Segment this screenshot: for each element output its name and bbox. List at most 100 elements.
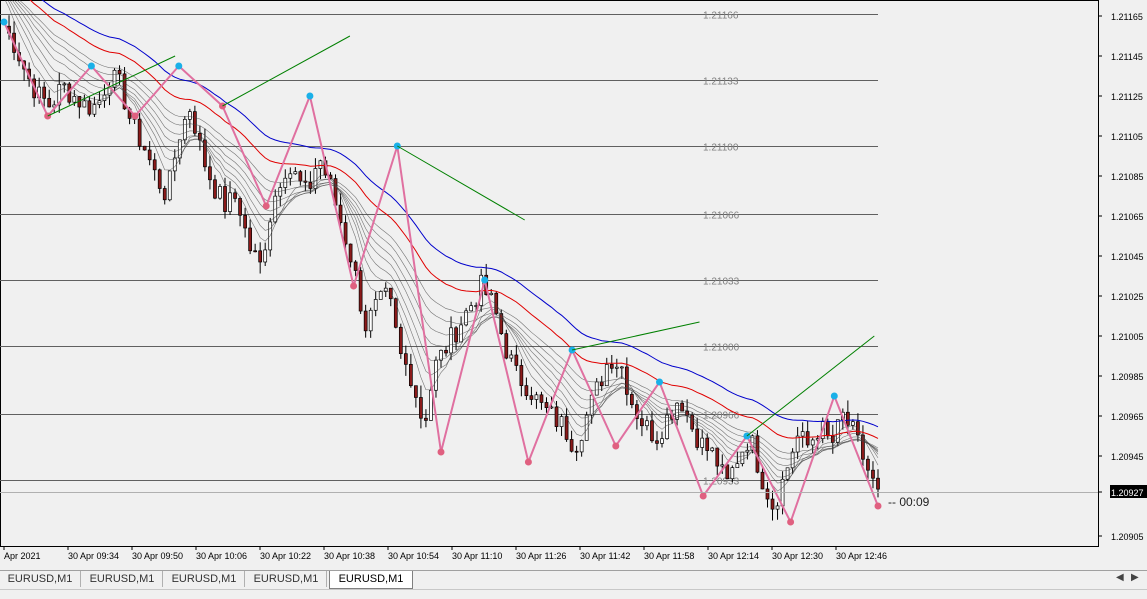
x-axis-tick-label: 30 Apr 10:06: [196, 551, 247, 561]
bear-candle: [539, 394, 544, 403]
swing-low-dot: [874, 502, 882, 510]
bull-candle: [795, 435, 800, 453]
bear-candle: [871, 469, 875, 479]
y-axis-tick-label: 1.21085: [1111, 172, 1144, 182]
tab-eurusd-m1-3[interactable]: EURUSD,M1: [164, 571, 245, 587]
bear-candle: [866, 458, 870, 471]
bear-candle: [554, 406, 559, 427]
current-price-label: 1.20927: [1111, 488, 1144, 498]
x-axis-tick-label: 30 Apr 10:22: [260, 551, 311, 561]
bear-candle: [208, 166, 212, 181]
x-axis-tick-label: 30 Apr 12:30: [772, 551, 823, 561]
price-level-label: 1.21166: [703, 11, 739, 22]
bear-candle: [569, 439, 574, 452]
bull-candle: [218, 186, 222, 199]
x-axis-tick-label: 30 Apr 11:10: [452, 551, 502, 561]
x-axis-tick-label: 30 Apr 09:34: [68, 551, 119, 561]
bull-candle: [589, 394, 594, 416]
bear-candle: [117, 69, 122, 75]
tab-eurusd-m1-active[interactable]: EURUSD,M1: [329, 571, 413, 589]
bear-candle: [574, 450, 579, 453]
swing-low-dot: [612, 442, 620, 450]
bull-candle: [851, 421, 855, 426]
tab-eurusd-m1-2[interactable]: EURUSD,M1: [82, 571, 163, 587]
tab-scroll-left-icon[interactable]: ◀: [1116, 572, 1124, 583]
chart-canvas[interactable]: 1.21166 1.21133 1.21100 1.21066 1.21033 1.210…: [0, 0, 1147, 570]
x-axis-tick-label: 30 Apr 12:14: [708, 551, 759, 561]
swing-low-dot: [262, 202, 270, 210]
bull-candle: [619, 366, 624, 369]
bear-candle: [544, 402, 549, 409]
bull-candle: [594, 381, 599, 396]
bull-candle: [373, 299, 378, 311]
bull-candle: [92, 104, 97, 115]
y-axis-tick-label: 1.21025: [1111, 292, 1144, 302]
bull-candle: [318, 160, 323, 169]
bull-candle: [172, 157, 177, 172]
bear-candle: [705, 437, 710, 451]
bull-candle: [72, 96, 77, 103]
bull-candle: [62, 83, 67, 86]
bull-candle: [283, 177, 288, 188]
x-axis-tick-label: 30 Apr 10:54: [388, 551, 439, 561]
bear-candle: [363, 310, 368, 332]
y-axis-tick-label: 1.21105: [1111, 132, 1143, 142]
bear-candle: [338, 204, 343, 223]
chart-tab-bar: EURUSD,M1 EURUSD,M1 EURUSD,M1 EURUSD,M1 …: [0, 570, 1147, 598]
bear-candle: [353, 261, 358, 271]
swing-low-dot: [699, 492, 707, 500]
bear-candle: [695, 428, 700, 448]
y-axis-tick-label: 1.21045: [1111, 252, 1144, 262]
bull-candle: [775, 505, 780, 510]
bull-candle: [740, 451, 745, 464]
tab-scroll-right-icon[interactable]: ▶: [1131, 572, 1139, 583]
horizontal-scrollbar[interactable]: [0, 589, 1147, 599]
bear-candle: [725, 464, 730, 480]
bull-candle: [665, 414, 669, 440]
bull-candle: [82, 100, 87, 108]
bull-candle: [614, 366, 619, 369]
price-level-label: 1.21000: [703, 343, 740, 354]
bull-candle: [188, 111, 192, 120]
bull-candle: [434, 359, 438, 391]
bear-candle: [193, 111, 197, 134]
bear-candle: [876, 477, 880, 490]
price-level-label: 1.21033: [703, 277, 740, 288]
tab-eurusd-m1-1[interactable]: EURUSD,M1: [0, 571, 81, 587]
bear-candle: [655, 440, 659, 444]
bear-candle: [157, 169, 162, 189]
x-axis-tick-label: 30 Apr 11:26: [516, 551, 566, 561]
bear-candle: [805, 431, 810, 446]
bear-candle: [213, 179, 217, 199]
swing-low-dot: [131, 112, 139, 120]
bear-candle: [409, 363, 413, 387]
bear-candle: [343, 222, 348, 245]
bear-candle: [348, 243, 353, 263]
bear-candle: [137, 118, 142, 147]
bear-candle: [524, 385, 529, 397]
swing-high-dot: [656, 378, 663, 386]
price-chart[interactable]: 1.21166 1.21133 1.21100 1.21066 1.21033 1.210…: [0, 0, 1147, 570]
bar-countdown-label: -- 00:09: [888, 495, 930, 509]
bear-candle: [609, 364, 614, 369]
bull-candle: [378, 291, 383, 300]
tab-eurusd-m1-4[interactable]: EURUSD,M1: [246, 571, 327, 587]
bull-candle: [559, 416, 564, 427]
bear-candle: [504, 333, 509, 359]
bear-candle: [846, 411, 850, 426]
bear-candle: [514, 354, 519, 366]
bull-candle: [182, 119, 187, 141]
swing-high-dot: [87, 62, 95, 70]
bear-candle: [298, 171, 303, 182]
bull-candle: [228, 192, 232, 212]
bear-candle: [47, 97, 52, 108]
bull-candle: [790, 451, 795, 469]
bull-candle: [449, 327, 453, 354]
bull-candle: [509, 354, 514, 359]
bull-candle: [660, 438, 664, 444]
y-axis-tick-label: 1.21065: [1111, 212, 1144, 222]
bear-candle: [152, 159, 157, 171]
bear-candle: [640, 418, 644, 427]
bull-candle: [489, 292, 494, 295]
bear-candle: [162, 188, 167, 201]
